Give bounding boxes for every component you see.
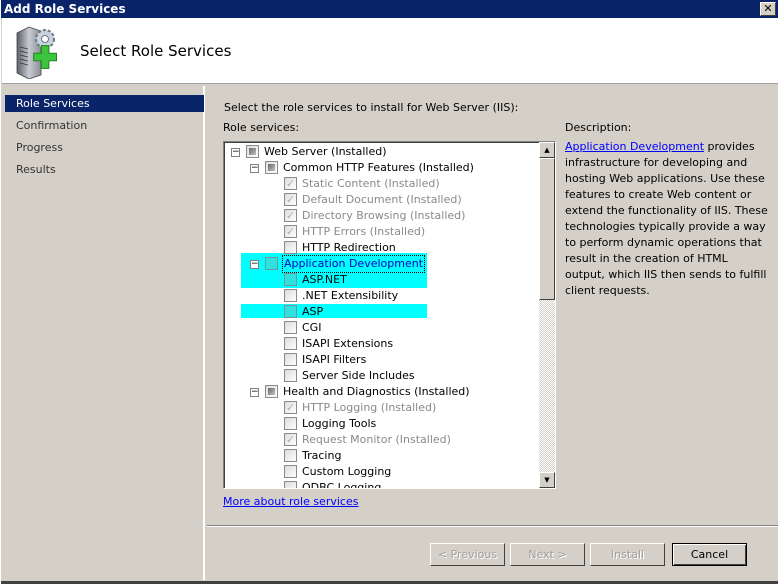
window-title: Add Role Services [4,2,126,16]
tree-item-label: Logging Tools [302,417,377,430]
role-services-tree[interactable]: − Web Server (Installed) − Common HTTP Feat… [223,141,556,489]
server-add-icon [16,26,57,79]
checkbox[interactable] [284,305,297,318]
checkbox-checked[interactable]: ✓ [284,401,297,414]
close-x-icon: ✕ [763,2,773,15]
highlight-band [241,304,427,318]
wizard-header: Select Role Services [2,18,778,84]
tree-item-label: Default Document (Installed) [302,193,462,206]
sidebar-item-confirmation[interactable]: Confirmation [5,117,204,134]
checkbox-checked[interactable]: ✓ [284,433,297,446]
checkbox[interactable] [284,273,297,286]
scroll-up-button[interactable]: ▲ [539,142,555,158]
vertical-scrollbar[interactable]: ▲ ▼ [539,142,555,488]
tree-item-label: HTTP Logging (Installed) [302,401,437,414]
checkbox[interactable] [284,481,297,488]
instruction-text: Select the role services to install for … [224,101,519,114]
checkbox-checked[interactable]: ✓ [284,209,297,222]
sidebar-item-progress[interactable]: Progress [5,139,204,156]
checkbox-checked[interactable]: ✓ [284,225,297,238]
tree-item-label: Tracing [302,449,342,462]
arrow-down-icon: ▼ [544,476,550,484]
collapse-minus-icon[interactable]: − [231,148,240,157]
arrow-up-icon: ▲ [544,146,550,154]
collapse-minus-icon[interactable]: − [250,388,259,397]
checkbox[interactable] [284,465,297,478]
sidebar-item-role-services[interactable]: Role Services [5,95,204,112]
main-content: Select the role services to install for … [207,86,778,526]
page-title: Select Role Services [80,42,232,60]
tree-item-label: ASP.NET [302,273,347,286]
checkbox[interactable] [284,449,297,462]
cancel-button[interactable]: Cancel [672,543,747,566]
description-text: Application Development provides infrast… [565,139,770,299]
footer-divider [207,525,778,527]
description-body: provides infrastructure for developing a… [565,140,768,297]
role-services-label: Role services: [223,121,300,134]
tree-item-label: Common HTTP Features (Installed) [283,161,474,174]
tree-item-label: Server Side Includes [302,369,415,382]
collapse-minus-icon[interactable]: − [250,260,259,269]
tree-item-label: Health and Diagnostics (Installed) [283,385,470,398]
tree-item-label: ISAPI Filters [302,353,367,366]
scroll-down-button[interactable]: ▼ [539,472,555,488]
tree-item-label: Directory Browsing (Installed) [302,209,466,222]
tree-item-label: ASP [302,305,324,318]
checkbox-checked[interactable]: ✓ [284,193,297,206]
tree-item-label: Application Development [281,255,426,273]
tree-item-label: ODBC Logging [302,481,382,489]
checkbox[interactable] [284,321,297,334]
checkbox[interactable] [284,289,297,302]
checkbox-checked[interactable]: ✓ [284,177,297,190]
checkbox[interactable] [284,241,297,254]
tree-item-label: Static Content (Installed) [302,177,440,190]
title-bar[interactable]: Add Role Services ✕ [1,0,778,18]
tree-item-label: HTTP Errors (Installed) [302,225,426,238]
checkbox[interactable] [284,353,297,366]
sidebar-item-results[interactable]: Results [5,161,204,178]
collapse-minus-icon[interactable]: − [250,164,259,173]
checkbox[interactable] [284,369,297,382]
description-link[interactable]: Application Development [565,140,704,153]
tree-item-label: CGI [302,321,322,334]
checkbox[interactable] [265,257,278,270]
tree-item-label: Request Monitor (Installed) [302,433,451,446]
tree-item-label: HTTP Redirection [302,241,396,254]
wizard-steps-nav: Role Services Confirmation Progress Resu… [2,86,205,580]
previous-button[interactable]: < Previous [430,543,505,566]
tree-item-label: .NET Extensibility [302,289,399,302]
next-button[interactable]: Next > [510,543,585,566]
scroll-thumb[interactable] [539,158,555,300]
close-button[interactable]: ✕ [760,2,776,16]
checkbox[interactable] [284,337,297,350]
tree-item-label: Custom Logging [302,465,392,478]
checkbox-indeterminate[interactable] [265,161,278,174]
checkbox-indeterminate[interactable] [265,385,278,398]
description-label: Description: [565,121,632,134]
tree-item-label: Web Server (Installed) [264,145,387,158]
checkbox[interactable] [284,417,297,430]
checkbox-indeterminate[interactable] [246,145,259,158]
install-button[interactable]: Install [590,543,665,566]
tree-item-label: ISAPI Extensions [302,337,394,350]
add-role-services-window: Add Role Services ✕ Select Role Services… [0,0,778,584]
more-about-role-services-link[interactable]: More about role services [223,495,358,508]
